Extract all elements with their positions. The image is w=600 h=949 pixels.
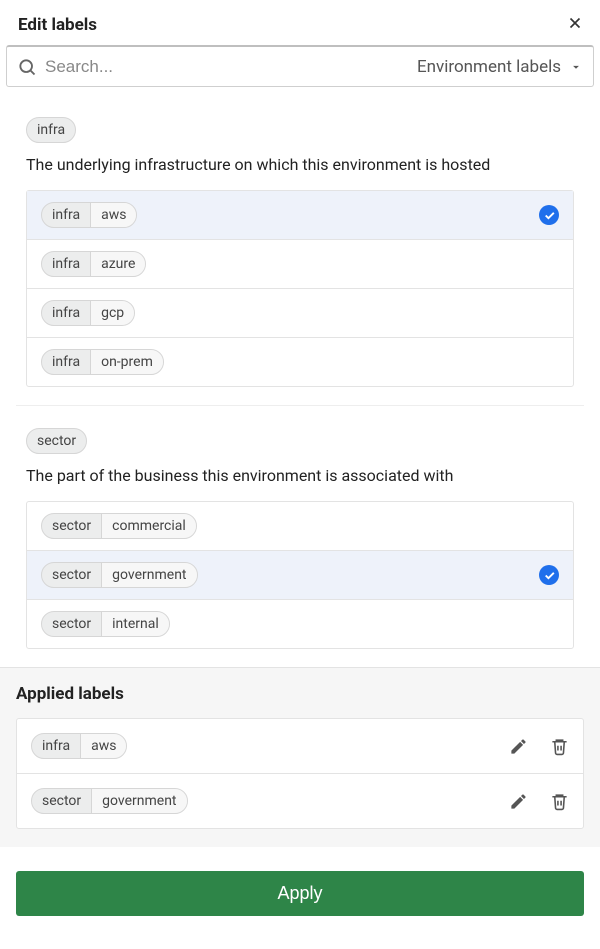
option-pill: infra gcp — [41, 300, 135, 326]
applied-actions — [509, 792, 569, 811]
option-pill: sector government — [41, 562, 198, 588]
search-input[interactable] — [45, 57, 417, 77]
option-row[interactable]: infra gcp — [27, 289, 573, 338]
search-icon — [17, 57, 37, 77]
option-list: sector commercial sector government sect… — [26, 501, 574, 649]
option-pill: infra azure — [41, 251, 146, 277]
dialog-title: Edit labels — [18, 15, 97, 35]
pill-value: internal — [101, 612, 169, 636]
edit-icon[interactable] — [509, 737, 528, 756]
applied-pill: sector government — [31, 788, 188, 814]
option-pill: infra on-prem — [41, 349, 164, 375]
group-description: The underlying infrastructure on which t… — [26, 155, 574, 174]
filter-select[interactable]: Environment labels — [417, 57, 583, 77]
applied-pill: infra aws — [31, 733, 127, 759]
option-row[interactable]: infra azure — [27, 240, 573, 289]
content: infra The underlying infrastructure on w… — [0, 95, 600, 667]
check-icon — [539, 205, 559, 225]
dialog-header: Edit labels — [0, 0, 600, 45]
option-row[interactable]: sector internal — [27, 600, 573, 648]
label-group-sector: sector The part of the business this env… — [16, 406, 584, 667]
search-bar: Environment labels — [6, 45, 594, 87]
pill-value: gcp — [90, 301, 134, 325]
check-icon — [539, 565, 559, 585]
apply-button[interactable]: Apply — [16, 871, 584, 916]
option-row[interactable]: infra on-prem — [27, 338, 573, 386]
pill-value: aws — [80, 734, 126, 758]
pill-value: government — [101, 563, 196, 587]
pill-value: on-prem — [90, 350, 163, 374]
pill-key: infra — [42, 350, 90, 374]
applied-section: Applied labels infra aws sector governme… — [0, 667, 600, 847]
group-description: The part of the business this environmen… — [26, 466, 574, 485]
filter-select-label: Environment labels — [417, 57, 561, 77]
pill-value: azure — [90, 252, 145, 276]
close-icon[interactable] — [566, 14, 584, 35]
option-row[interactable]: sector government — [27, 551, 573, 600]
applied-list: infra aws sector government — [16, 718, 584, 829]
group-key-pill: sector — [26, 428, 87, 454]
pill-key: infra — [42, 252, 90, 276]
applied-row: sector government — [17, 774, 583, 828]
pill-value: government — [91, 789, 186, 813]
applied-actions — [509, 737, 569, 756]
applied-row: infra aws — [17, 719, 583, 774]
option-row[interactable]: infra aws — [27, 191, 573, 240]
group-key-pill: infra — [26, 117, 76, 143]
delete-icon[interactable] — [550, 792, 569, 811]
chevron-down-icon — [569, 60, 583, 74]
label-group-infra: infra The underlying infrastructure on w… — [16, 95, 584, 406]
pill-key: infra — [27, 118, 75, 142]
option-pill: infra aws — [41, 202, 137, 228]
pill-value: aws — [90, 203, 136, 227]
delete-icon[interactable] — [550, 737, 569, 756]
pill-key: infra — [32, 734, 80, 758]
edit-icon[interactable] — [509, 792, 528, 811]
pill-key: sector — [32, 789, 91, 813]
pill-key: sector — [42, 612, 101, 636]
pill-key: infra — [42, 301, 90, 325]
option-pill: sector internal — [41, 611, 170, 637]
pill-key: sector — [42, 563, 101, 587]
footer: Apply — [0, 847, 600, 932]
pill-key: sector — [27, 429, 86, 453]
applied-title: Applied labels — [16, 684, 584, 704]
pill-key: infra — [42, 203, 90, 227]
option-list: infra aws infra azure infra gcp — [26, 190, 574, 387]
pill-value: commercial — [101, 514, 196, 538]
pill-key: sector — [42, 514, 101, 538]
option-pill: sector commercial — [41, 513, 197, 539]
option-row[interactable]: sector commercial — [27, 502, 573, 551]
